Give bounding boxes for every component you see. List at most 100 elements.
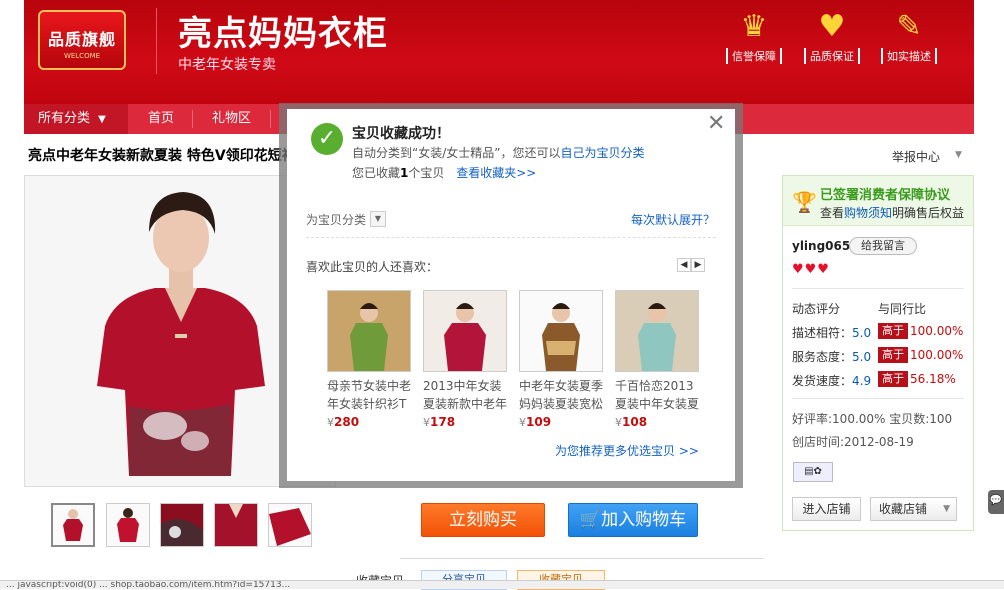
product-title: 亮点中老年女装新款夏装 特色V领印花短袖T恤: [28, 148, 290, 164]
text: 明确售后权益: [892, 206, 965, 220]
recommended-item[interactable]: 千百恰恋2013夏装中年女装夏 ¥108: [615, 290, 699, 429]
fav-shop-label: 收藏店铺: [879, 502, 928, 516]
self-categorize-link[interactable]: 自己为宝贝分类: [561, 146, 645, 160]
badge-describe: ✎ 如实描述: [881, 10, 937, 64]
currency: ¥: [423, 416, 430, 429]
nav-gifts[interactable]: 礼物区: [198, 104, 265, 134]
nav-divider: [192, 110, 193, 128]
nav-all-categories[interactable]: 所有分类 ▼: [24, 104, 128, 134]
cart-label: 加入购物车: [601, 510, 687, 530]
rating-label: 服务态度：: [792, 350, 853, 364]
badge-label: 信誉保障: [726, 48, 782, 64]
compare-tag: 高于: [878, 347, 908, 363]
chevron-right-icon[interactable]: ▶: [691, 258, 705, 272]
browser-status-bar: ... javascript:void(0) ... shop.taobao.c…: [0, 580, 1004, 589]
shop-name: 亮点妈妈衣柜: [178, 14, 388, 54]
recommended-item-price: ¥108: [615, 415, 699, 429]
product-thumbnail[interactable]: [268, 503, 312, 547]
shopping-notice-link[interactable]: 购物须知: [844, 206, 892, 220]
cart-icon: 🛒: [579, 510, 602, 530]
recommended-item-name[interactable]: 2013中年女装夏装新款中老年雪: [423, 377, 511, 413]
compare-pct: 100.00%: [910, 348, 964, 362]
divider: [306, 237, 716, 238]
feedback-tab-icon[interactable]: 💬: [988, 490, 1004, 514]
recommended-item-price: ¥109: [519, 415, 603, 429]
nav-label: 所有分类: [38, 111, 91, 126]
dynamic-rating-label: 动态评分: [792, 302, 841, 316]
chevron-down-icon[interactable]: ▼: [370, 211, 386, 227]
consumer-protection-sub: 查看购物须知明确售后权益: [820, 204, 964, 221]
favorite-shop-button[interactable]: 收藏店铺 ▼: [870, 497, 957, 521]
compare-tag: 高于: [878, 371, 908, 387]
divider: [400, 558, 764, 559]
badge-quality: ♥ 品质保证: [804, 10, 860, 64]
compare-pct: 100.00%: [910, 324, 964, 338]
close-icon[interactable]: ✕: [707, 112, 725, 136]
header-divider: [156, 8, 157, 74]
recommended-item-name[interactable]: 中老年女装夏季妈妈装夏装宽松: [519, 377, 607, 413]
shop-logo[interactable]: 品质旗舰 WELCOME: [38, 10, 126, 70]
rating-score: 5.0: [852, 350, 872, 364]
buy-now-button[interactable]: 立刻购买: [421, 503, 545, 537]
chevron-left-icon[interactable]: ◀: [677, 258, 691, 272]
rating-row: 服务态度：5.0 高于 100.00%: [792, 347, 963, 365]
recommended-item-image[interactable]: [615, 290, 699, 372]
product-thumbnail[interactable]: [160, 503, 204, 547]
add-to-cart-button[interactable]: 🛒加入购物车: [568, 503, 698, 537]
currency: ¥: [327, 416, 334, 429]
view-favorites-link[interactable]: 查看收藏夹>>: [456, 166, 536, 180]
nav-home[interactable]: 首页: [134, 104, 188, 134]
also-like-label: 喜欢此宝贝的人还喜欢：: [306, 260, 439, 274]
enter-shop-button[interactable]: 进入店铺: [792, 497, 861, 521]
compare-label: 与同行比: [878, 302, 927, 316]
compare-tag: 高于: [878, 323, 908, 339]
pencil-icon: ✎: [896, 9, 922, 44]
dialog-category-info: 自动分类到“女装/女士精品”，您还可以自己为宝贝分类: [352, 144, 645, 161]
chevron-down-icon[interactable]: ▼: [955, 150, 962, 160]
recommended-item[interactable]: 中老年女装夏季妈妈装夏装宽松 ¥109: [519, 290, 603, 429]
logo-sub: WELCOME: [63, 52, 101, 60]
text: 个宝贝: [408, 166, 445, 180]
recommended-item[interactable]: 2013中年女装夏装新款中老年雪 ¥178: [423, 290, 507, 429]
rating-score: 5.0: [852, 326, 872, 340]
chevron-down-icon: ▼: [98, 114, 106, 125]
dialog-title: 宝贝收藏成功！: [352, 126, 450, 142]
text: ，您还可以: [500, 146, 561, 160]
shop-tagline: 中老年女装专卖: [178, 57, 276, 73]
badge-label: 品质保证: [804, 48, 860, 64]
recommended-item-name[interactable]: 千百恰恋2013夏装中年女装夏: [615, 377, 703, 413]
rating-label: 发货速度：: [792, 374, 853, 388]
rating-row: 描述相符：5.0 高于 100.00%: [792, 323, 963, 341]
chat-icon[interactable]: ▤✿: [793, 462, 833, 482]
default-expand-link[interactable]: 每次默认展开？: [631, 211, 715, 228]
rating-row: 发货速度：4.9 高于 56.18%: [792, 371, 956, 389]
category-select-label[interactable]: 为宝贝分类: [306, 211, 366, 228]
product-thumbnail[interactable]: [51, 503, 95, 547]
check-icon: ✓: [311, 123, 343, 155]
more-recommendations-link[interactable]: 为您推荐更多优选宝贝 >>: [555, 442, 699, 459]
recommended-item-image[interactable]: [423, 290, 507, 372]
seller-name[interactable]: yling065: [792, 239, 850, 253]
text: 查看: [820, 206, 845, 220]
price: 280: [334, 415, 360, 429]
recommended-item-image[interactable]: [327, 290, 411, 372]
recommended-item-name[interactable]: 母亲节女装中老年女装针织衫T: [327, 377, 415, 413]
category-name: “女装/女士精品”: [412, 146, 501, 160]
divider: [792, 288, 964, 289]
recommended-item[interactable]: 母亲节女装中老年女装针织衫T ¥280: [327, 290, 411, 429]
dialog-count-info: 您已收藏1个宝贝 查看收藏夹>>: [352, 164, 536, 181]
chevron-down-icon[interactable]: ▼: [943, 498, 950, 520]
report-center-link[interactable]: 举报中心: [892, 148, 940, 165]
price: 109: [526, 415, 552, 429]
rating-score: 4.9: [852, 374, 872, 388]
rating-label: 描述相符：: [792, 326, 853, 340]
product-thumbnail[interactable]: [214, 503, 258, 547]
recommended-item-price: ¥280: [327, 415, 411, 429]
good-rate: 好评率:100.00% 宝贝数:100: [792, 412, 953, 426]
product-thumbnail[interactable]: [106, 503, 150, 547]
leave-message-button[interactable]: 给我留言: [849, 237, 917, 255]
consumer-protection-title: 已签署消费者保障协议: [820, 188, 951, 203]
recommended-item-image[interactable]: [519, 290, 603, 372]
currency: ¥: [615, 416, 622, 429]
divider: [792, 398, 964, 399]
